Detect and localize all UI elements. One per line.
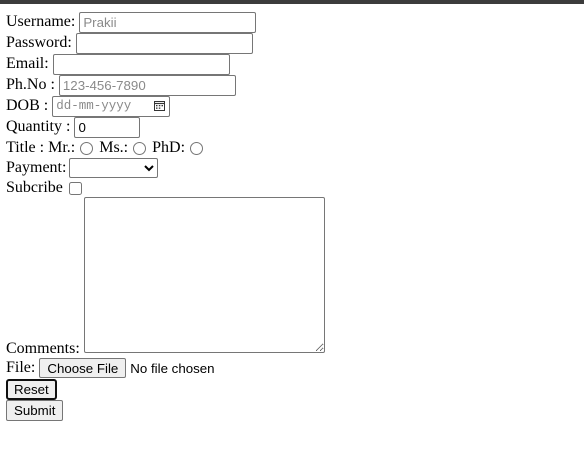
email-label: Email:: [6, 55, 49, 72]
password-label: Password:: [6, 34, 72, 51]
email-row: Email:: [6, 53, 230, 75]
title-label: Title :: [6, 139, 45, 156]
username-label: Username:: [6, 13, 76, 30]
title-radio-phd[interactable]: [190, 141, 204, 155]
file-row: File: Choose File No file chosen: [6, 357, 215, 379]
calendar-icon[interactable]: [154, 100, 166, 111]
choose-file-button[interactable]: Choose File: [39, 358, 127, 378]
reset-button[interactable]: Reset: [6, 378, 57, 400]
file-label: File:: [6, 359, 36, 376]
email-input[interactable]: [52, 53, 230, 75]
subscribe-checkbox[interactable]: [68, 181, 82, 195]
submit-row: Submit: [6, 399, 64, 421]
quantity-label: Quantity :: [6, 118, 71, 135]
window-top-bar: [0, 0, 584, 4]
submit-button[interactable]: Submit: [6, 399, 64, 421]
username-input[interactable]: [79, 11, 257, 33]
file-status: No file chosen: [130, 360, 215, 376]
title-radio-mr[interactable]: [80, 141, 94, 155]
phone-label: Ph.No :: [6, 76, 55, 93]
quantity-row: Quantity :: [6, 116, 141, 138]
title-option-ms-label: Ms.:: [99, 139, 129, 156]
subscribe-label: Subcribe: [6, 179, 63, 196]
dob-field[interactable]: [52, 95, 171, 117]
dob-label: DOB :: [6, 97, 49, 114]
title-option-phd-label: PhD:: [152, 139, 186, 156]
dob-row: DOB :: [6, 95, 171, 117]
payment-row: Payment:: [6, 157, 159, 179]
password-row: Password:: [6, 32, 253, 54]
title-option-mr-label: Mr.:: [48, 139, 76, 156]
quantity-input[interactable]: [74, 116, 141, 138]
phone-row: Ph.No :: [6, 74, 236, 96]
reset-row: Reset: [6, 378, 57, 400]
payment-label: Payment:: [6, 159, 67, 176]
title-radio-ms[interactable]: [133, 141, 147, 155]
username-row: Username:: [6, 11, 257, 33]
dob-input[interactable]: [52, 95, 171, 117]
title-row: Title : Mr.: Ms.: PhD:: [6, 137, 209, 159]
payment-select[interactable]: [69, 158, 159, 178]
password-input[interactable]: [75, 32, 253, 54]
comments-label: Comments:: [6, 340, 80, 357]
subscribe-row: Subcribe: [6, 177, 82, 199]
comments-textarea[interactable]: [84, 197, 325, 353]
phone-input[interactable]: [58, 74, 236, 96]
